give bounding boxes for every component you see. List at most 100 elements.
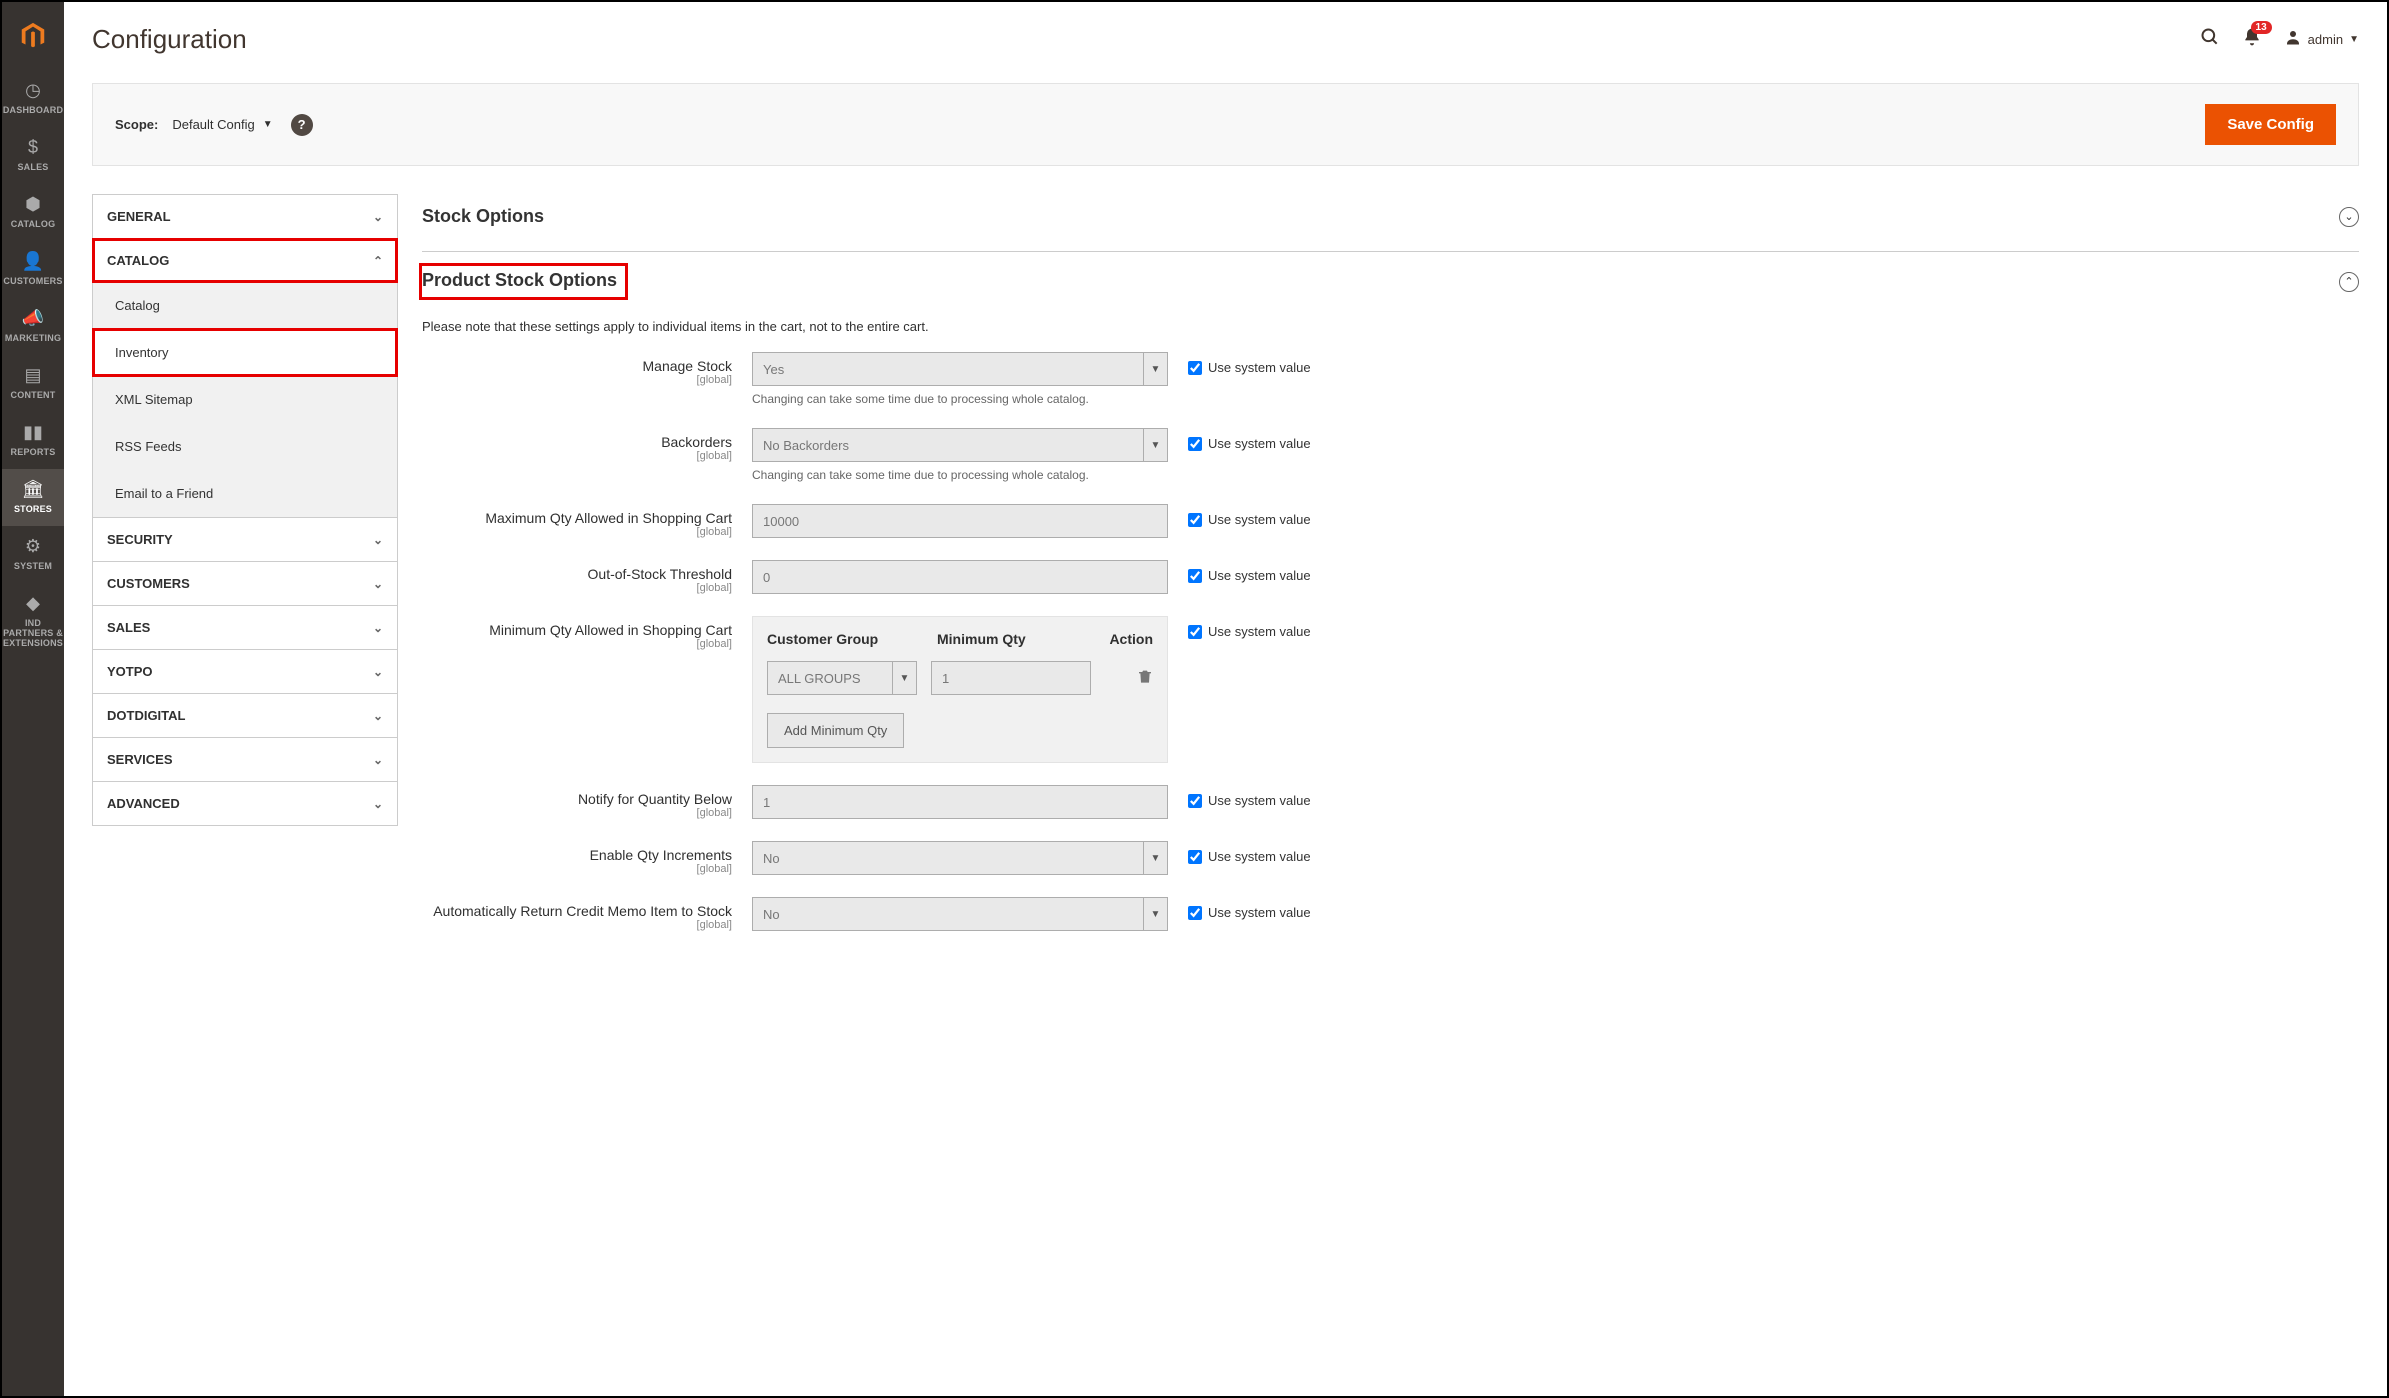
- group-label: CUSTOMERS: [107, 576, 190, 591]
- col-action: Action: [1107, 631, 1153, 647]
- field-label: Enable Qty Increments: [422, 847, 732, 863]
- settings-panel: Stock Options ⌄ Product Stock Options ⌃ …: [422, 194, 2359, 953]
- fieldset-toggle-stock-options[interactable]: Stock Options ⌄: [422, 194, 2359, 241]
- use-system-checkbox[interactable]: Use system value: [1168, 352, 1311, 375]
- caret-down-icon: ▼: [263, 119, 273, 130]
- group-label: SECURITY: [107, 532, 173, 547]
- use-system-checkbox[interactable]: Use system value: [1168, 785, 1311, 808]
- page-title: Configuration: [92, 24, 2200, 55]
- menu-icon: ▮▮: [3, 422, 63, 443]
- menu-label: DASHBOARD: [3, 105, 63, 115]
- scope-hint: [global]: [422, 374, 732, 386]
- admin-menu-item-catalog[interactable]: ⬢CATALOG: [2, 184, 64, 241]
- admin-menu-item-stores[interactable]: 🏛 STORES: [2, 469, 64, 526]
- magento-logo-icon[interactable]: [17, 20, 49, 52]
- caret-down-icon: ▼: [1143, 898, 1167, 930]
- cfgnav-item-catalog[interactable]: Catalog: [93, 282, 397, 329]
- scope-hint: [global]: [422, 582, 732, 594]
- menu-label: REPORTS: [3, 447, 63, 457]
- row-min-qty: Minimum Qty Allowed in Shopping Cart [gl…: [422, 616, 2359, 763]
- search-icon[interactable]: [2200, 27, 2220, 53]
- fieldset-stock-options: Stock Options ⌄: [422, 194, 2359, 241]
- menu-icon: ◆: [3, 593, 63, 614]
- username-label: admin: [2308, 32, 2343, 47]
- caret-down-icon: ▼: [1143, 353, 1167, 385]
- cfgnav-group-catalog[interactable]: CATALOG⌃: [93, 239, 397, 282]
- field-label: Out-of-Stock Threshold: [422, 566, 732, 582]
- scope-hint: [global]: [422, 526, 732, 538]
- notifications-icon[interactable]: 13: [2242, 27, 2262, 53]
- field-label: Notify for Quantity Below: [422, 791, 732, 807]
- help-icon[interactable]: ?: [291, 114, 313, 136]
- menu-icon: 📣: [3, 308, 63, 329]
- scope-select[interactable]: Default Config ▼: [172, 117, 272, 132]
- admin-menu-item-system[interactable]: ⚙SYSTEM: [2, 526, 64, 583]
- caret-down-icon: ▼: [1143, 429, 1167, 461]
- trash-icon[interactable]: [1137, 668, 1153, 689]
- use-system-checkbox[interactable]: Use system value: [1168, 428, 1311, 451]
- group-label: CATALOG: [107, 253, 169, 268]
- row-max-qty: Maximum Qty Allowed in Shopping Cart [gl…: [422, 504, 2359, 538]
- notifications-badge: 13: [2251, 21, 2272, 34]
- cfgnav-group-dotdigital[interactable]: DOTDIGITAL ⌄: [93, 694, 397, 737]
- user-menu[interactable]: admin ▼: [2284, 28, 2359, 51]
- menu-label: STORES: [3, 504, 63, 514]
- col-customer-group: Customer Group: [767, 631, 937, 647]
- fieldset-title: Product Stock Options: [422, 270, 617, 291]
- menu-icon: ▤: [3, 365, 63, 386]
- menu-icon: ⬢: [3, 194, 63, 215]
- menu-label: CUSTOMERS: [3, 276, 63, 286]
- notify-below-input: [752, 785, 1168, 819]
- field-label: Minimum Qty Allowed in Shopping Cart: [422, 622, 732, 638]
- cfgnav-group-customers[interactable]: CUSTOMERS⌄: [93, 562, 397, 605]
- field-hint: Changing can take some time due to proce…: [752, 468, 1168, 482]
- min-qty-table: Customer Group Minimum Qty Action ALL GR…: [752, 616, 1168, 763]
- cfgnav-item-rss-feeds[interactable]: RSS Feeds: [93, 423, 397, 470]
- menu-icon: $: [3, 137, 63, 158]
- save-config-button[interactable]: Save Config: [2205, 104, 2336, 145]
- admin-menu-item-reports[interactable]: ▮▮ REPORTS: [2, 412, 64, 469]
- use-system-checkbox[interactable]: Use system value: [1168, 897, 1311, 920]
- scope-value: Default Config: [172, 117, 254, 132]
- admin-menu-item-content[interactable]: ▤ CONTENT: [2, 355, 64, 412]
- menu-label: SALES: [3, 162, 63, 172]
- use-system-checkbox[interactable]: Use system value: [1168, 560, 1311, 583]
- menu-icon: 🏛: [3, 479, 63, 500]
- group-label: DOTDIGITAL: [107, 708, 185, 723]
- chevron-down-icon: ⌄: [373, 210, 383, 224]
- chevron-down-icon: ⌄: [373, 709, 383, 723]
- chevron-down-icon: ⌄: [373, 753, 383, 767]
- cfgnav-group-yotpo[interactable]: YOTPO⌄: [93, 650, 397, 693]
- use-system-checkbox[interactable]: Use system value: [1168, 616, 1311, 639]
- cfgnav-item-email-to-a-friend[interactable]: Email to a Friend: [93, 470, 397, 517]
- cfgnav-item-inventory[interactable]: Inventory: [93, 329, 397, 376]
- menu-icon: 👤: [3, 251, 63, 272]
- menu-label: CONTENT: [3, 390, 63, 400]
- col-min-qty: Minimum Qty: [937, 631, 1107, 647]
- cfgnav-group-security[interactable]: SECURITY ⌄: [93, 518, 397, 561]
- cfgnav-group-advanced[interactable]: ADVANCED⌄: [93, 782, 397, 825]
- table-row: ALL GROUPS ▼: [767, 661, 1153, 695]
- fieldset-toggle-product-stock-options[interactable]: Product Stock Options ⌃: [422, 252, 2359, 313]
- scope-bar: Scope: Default Config ▼ ? Save Config: [92, 83, 2359, 166]
- admin-menu-item-dashboard[interactable]: ◷ DASHBOARD: [2, 70, 64, 127]
- use-system-checkbox[interactable]: Use system value: [1168, 504, 1311, 527]
- field-label: Automatically Return Credit Memo Item to…: [422, 903, 732, 919]
- admin-menu-item-customers[interactable]: 👤 CUSTOMERS: [2, 241, 64, 298]
- min-qty-input: [931, 661, 1091, 695]
- cfgnav-group-sales[interactable]: SALES⌄: [93, 606, 397, 649]
- caret-down-icon: ▼: [1143, 842, 1167, 874]
- use-system-checkbox[interactable]: Use system value: [1168, 841, 1311, 864]
- chevron-down-icon: ⌄: [373, 533, 383, 547]
- admin-menu-item-ind-partners-extensions[interactable]: ◆IND PARTNERS & EXTENSIONS: [2, 583, 64, 660]
- admin-menu-item-marketing[interactable]: 📣MARKETING: [2, 298, 64, 355]
- add-min-qty-button[interactable]: Add Minimum Qty: [767, 713, 904, 748]
- scope-hint: [global]: [422, 863, 732, 875]
- admin-menu-item-sales[interactable]: $ SALES: [2, 127, 64, 184]
- menu-icon: ◷: [3, 80, 63, 101]
- admin-menu: ◷ DASHBOARD $ SALES ⬢CATALOG 👤 CUSTOMERS 📣MARKE…: [2, 2, 64, 1396]
- chevron-down-icon: ⌄: [373, 797, 383, 811]
- cfgnav-group-services[interactable]: SERVICES⌄: [93, 738, 397, 781]
- cfgnav-item-xml-sitemap[interactable]: XML Sitemap: [93, 376, 397, 423]
- cfgnav-group-general[interactable]: GENERAL⌄: [93, 195, 397, 238]
